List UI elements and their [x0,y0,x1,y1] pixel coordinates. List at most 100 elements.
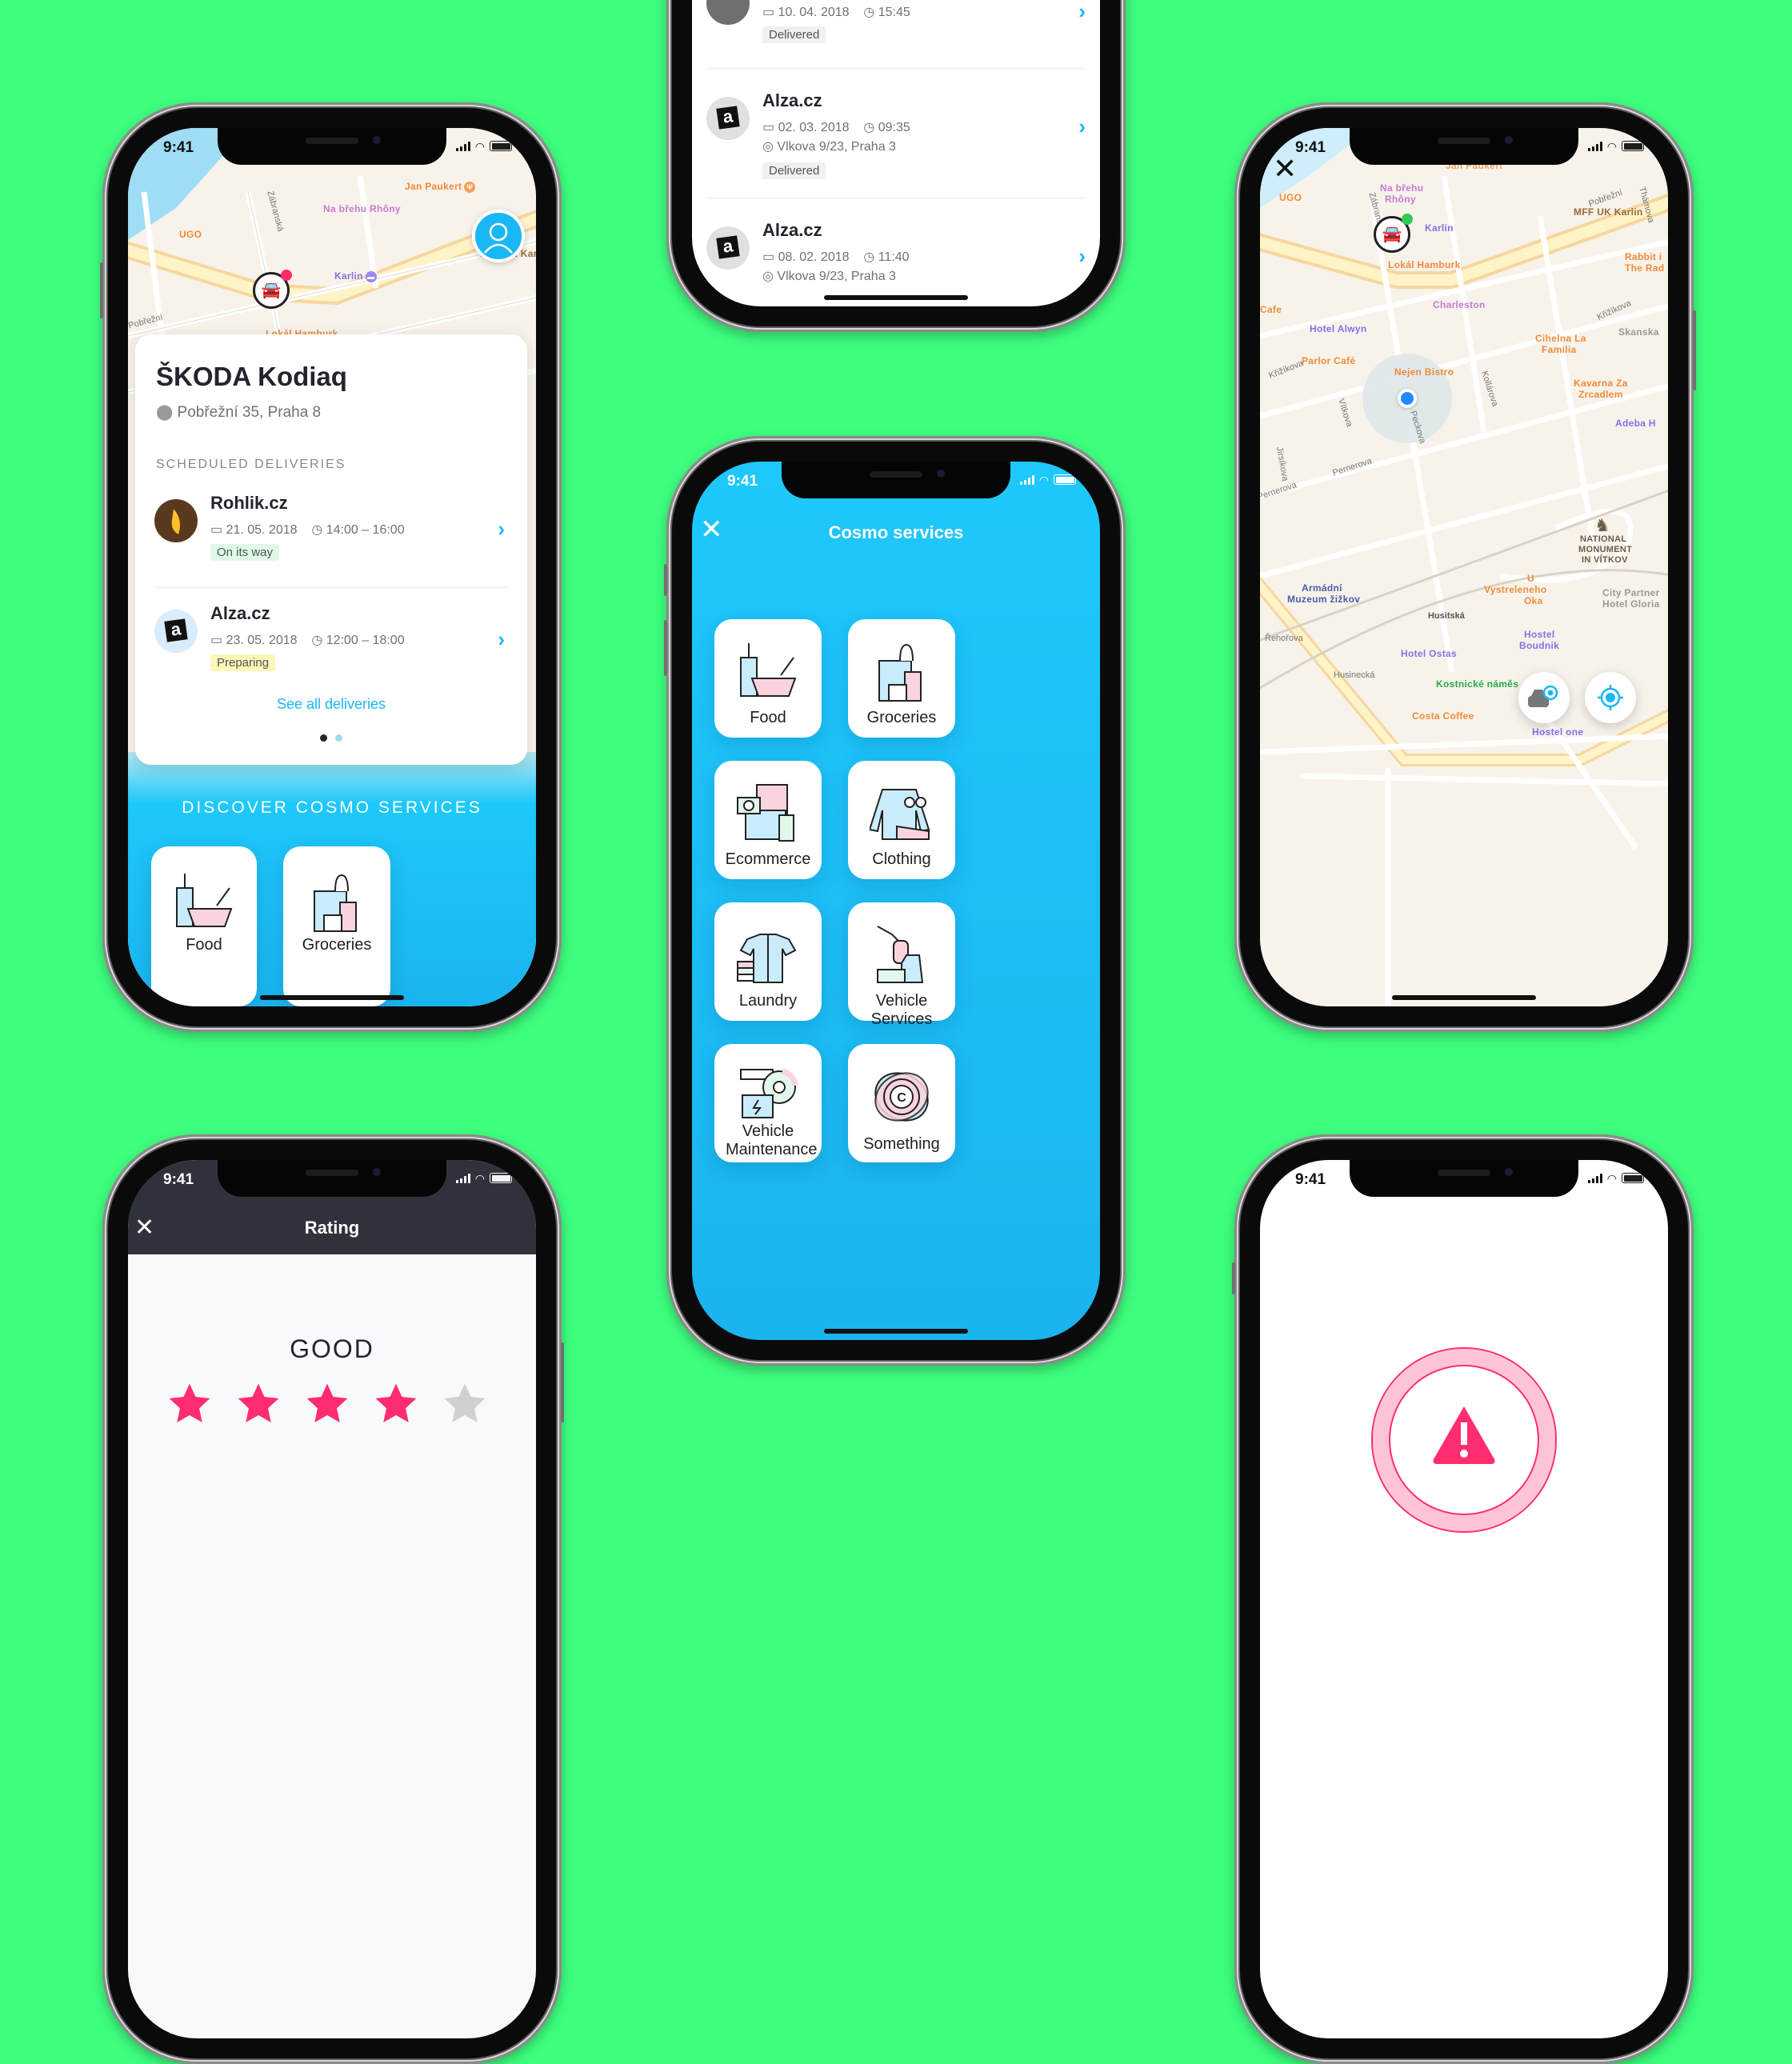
map-poi[interactable]: Karlin ▬ [334,270,377,282]
map-poi[interactable]: Hotel Gloria [1602,598,1660,610]
map-poi[interactable]: MONUMENT [1578,545,1632,554]
home-indicator[interactable] [1392,995,1536,1000]
status-time: 9:41 [1295,1171,1326,1188]
map-poi[interactable]: MFF UK Karlin [1574,206,1643,218]
map-poi[interactable]: U [1527,573,1534,584]
history-item[interactable]: a Alza.cz ▭ 02. 03. 2018 ◷ 09:35 ◎ Vlkov… [706,90,1087,179]
clothing-icon [870,789,930,840]
section-title: SCHEDULED DELIVERIES [156,458,346,471]
service-tile-ecommerce[interactable]: Ecommerce [714,761,822,879]
map-poi[interactable]: Rabbit i [1625,251,1662,262]
service-tile-groceries[interactable]: Groceries [283,846,390,1006]
chevron-right-icon[interactable]: › [1078,244,1086,269]
star-rating[interactable] [166,1381,502,1429]
map-poi[interactable]: Charleston [1433,299,1486,310]
map-poi[interactable]: UGO [1279,192,1302,203]
alert-ring [1371,1347,1557,1533]
home-indicator[interactable] [824,1329,968,1334]
history-item[interactable]: a Alza.cz ▭ 08. 02. 2018 ◷ 11:40 ◎ Vlkov… [706,220,1087,306]
delivery-item[interactable]: a Alza.cz ▭ 23. 05. 2018 ◷ 12:00 – 18:00… [154,603,506,691]
car-marker[interactable]: 🚘 [253,270,292,309]
map-poi[interactable]: Zrcadlem [1578,389,1623,400]
map-poi[interactable]: Rhôny [1385,194,1416,205]
status-bar: 9:41 ◠ [692,462,1100,498]
map-poi[interactable]: Parlor Café [1302,355,1355,366]
star-filled-icon[interactable] [166,1381,213,1427]
map-poi[interactable]: IN VÍTKOV [1582,555,1628,565]
map-poi[interactable]: Armádní [1302,582,1342,594]
map-poi[interactable]: Boudnik [1519,640,1559,651]
map-poi[interactable]: NATIONAL [1580,534,1626,544]
side-button [664,564,667,596]
map-poi[interactable]: Nejen Bistro [1394,366,1454,378]
wifi-icon: ◠ [474,140,485,153]
home-indicator[interactable] [824,295,968,300]
star-empty-icon[interactable] [442,1381,488,1427]
service-tile-vehicle-maintenance[interactable]: Vehicle Maintenance [714,1044,822,1162]
service-tile-clothing[interactable]: Clothing [848,761,955,879]
vehicle-services-icon [877,926,924,983]
unlock-badge-icon [1402,214,1413,225]
map-poi[interactable]: Vystreleneho [1484,584,1547,595]
history-item[interactable]: Rohlik.cz ▭ 10. 04. 2018 ◷ 15:45 Deliver… [706,0,1087,63]
divider [154,587,508,588]
chevron-right-icon[interactable]: › [1078,114,1086,139]
service-tile-groceries[interactable]: Groceries [848,619,955,738]
map-poi[interactable]: Lokál Hamburk [1388,259,1461,270]
map-screen: ✕ Jan Paukert Na břehu Rhôny UGO Karlin … [1260,128,1668,1006]
service-tile-vehicle-services[interactable]: Vehicle Services [848,902,955,1028]
chevron-right-icon[interactable]: › [498,627,505,652]
page-indicator[interactable] [135,734,527,742]
pin-icon: ⬤ [156,404,178,421]
star-filled-icon[interactable] [304,1381,350,1427]
map-poi[interactable]: Muzeum žižkov [1287,594,1360,605]
map-poi[interactable]: Adeba H [1615,418,1656,429]
service-label: Something [863,1135,940,1153]
phone-services-screen: 9:41 ◠ ✕ Cosmo services Food Groceries Eco… [664,436,1126,1366]
service-tile-food[interactable]: Food [714,619,822,738]
service-label: Groceries [302,936,372,954]
map-poi[interactable]: Familia [1542,344,1576,355]
car-marker[interactable]: 🚘 [1374,214,1413,253]
battery-icon [490,1173,512,1183]
star-filled-icon[interactable] [373,1381,419,1427]
service-tile-food[interactable]: Food [151,846,257,1006]
map-poi[interactable]: Jan Paukert Ψ [405,181,476,193]
map-poi[interactable]: Skanska [1618,326,1659,338]
map-poi[interactable]: Karlin [1425,222,1454,234]
map-poi[interactable]: Hostel [1524,629,1554,640]
status-icons: ◠ [455,1173,512,1184]
alza-logo: a [706,226,750,270]
map-poi[interactable]: Na břehu Rhôny [323,203,401,214]
map-poi[interactable]: Costa Coffee [1412,710,1474,722]
street-label: Husinecká [1334,670,1375,680]
star-filled-icon[interactable] [235,1381,282,1427]
chevron-right-icon[interactable]: › [1078,0,1086,24]
map-poi[interactable]: The Rad [1625,262,1664,274]
map-poi[interactable]: Hotel Alwyn [1310,323,1367,334]
map-poi[interactable]: City Partner [1602,587,1660,598]
service-tile-laundry[interactable]: Laundry [714,902,822,1021]
map-poi[interactable]: Kostnické náměs [1436,678,1518,690]
map-poi[interactable]: Kavarna Za [1574,378,1628,389]
delivery-item[interactable]: Rohlik.cz ▭ 21. 05. 2018 ◷ 14:00 – 16:00… [154,493,506,581]
street-label: Husitská [1428,611,1465,621]
service-tile-something[interactable]: C Something [848,1044,955,1162]
courier-avatar[interactable] [472,210,525,262]
locate-car-button[interactable] [1518,672,1570,723]
map-poi[interactable]: Hostel one [1532,726,1583,738]
map-poi[interactable]: Cihelna La [1535,333,1586,344]
home-indicator[interactable] [260,995,404,1000]
locate-me-button[interactable] [1585,672,1636,723]
calendar-icon: ▭ [762,6,778,19]
map-poi[interactable]: Hotel Ostas [1401,648,1457,659]
map-poi[interactable]: Cafe [1260,304,1282,315]
map-poi[interactable]: UGO [179,229,202,240]
map-poi[interactable]: Oka [1524,595,1543,606]
status-icons: ◠ [1019,474,1076,486]
map-view[interactable]: ✕ Jan Paukert Na břehu Rhôny UGO Karlin … [1260,128,1668,1006]
vehicle-maintenance-icon [740,1068,798,1118]
chevron-right-icon[interactable]: › [498,517,505,542]
see-all-deliveries-link[interactable]: See all deliveries [135,696,527,713]
map-poi[interactable]: Na břehu [1380,182,1423,194]
